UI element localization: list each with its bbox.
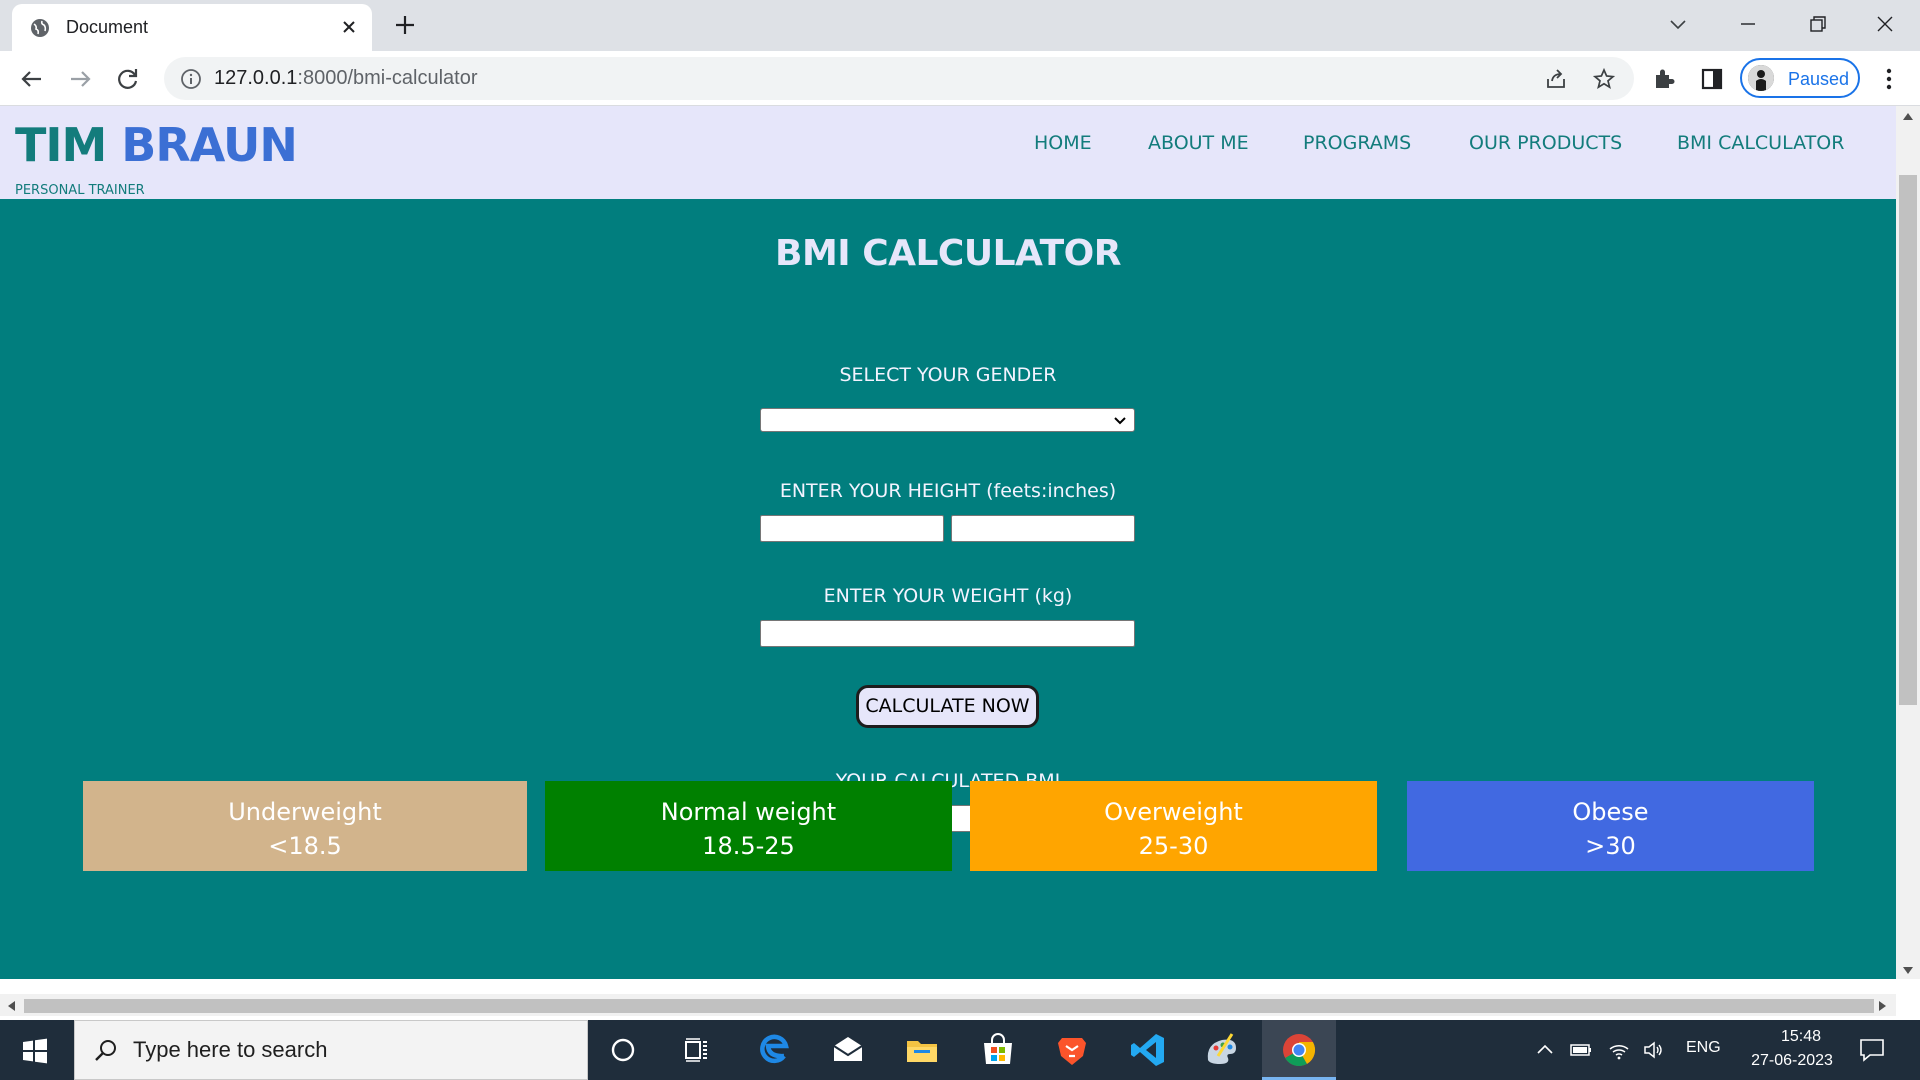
browser-toolbar: 127.0.0.1:8000/bmi-calculator Paused (0, 51, 1920, 106)
paint-icon[interactable] (1202, 1030, 1242, 1070)
horizontal-scroll-thumb[interactable] (24, 999, 1874, 1013)
browser-tab-strip: Document (0, 0, 1920, 51)
brave-icon[interactable] (1052, 1030, 1092, 1070)
clock-time[interactable]: 15:48 (1758, 1028, 1844, 1046)
vscode-icon[interactable] (1128, 1030, 1168, 1070)
battery-icon[interactable] (1570, 1039, 1592, 1061)
task-view-icon[interactable] (676, 1030, 716, 1070)
gender-select[interactable] (760, 408, 1135, 432)
cortana-icon[interactable] (603, 1030, 643, 1070)
nav-our-products[interactable]: OUR PRODUCTS (1469, 132, 1622, 154)
notification-icon[interactable] (1858, 1036, 1886, 1064)
logo-first-name: TIM (15, 118, 107, 172)
plus-icon[interactable] (392, 12, 418, 38)
side-panel-icon[interactable] (1698, 65, 1726, 93)
search-placeholder: Type here to search (133, 1037, 328, 1062)
category-obese: Obese >30 (1407, 781, 1814, 871)
window-close-icon[interactable] (1873, 12, 1897, 36)
page-title: BMI CALCULATOR (775, 233, 1121, 274)
mail-icon[interactable] (828, 1030, 868, 1070)
forward-icon[interactable] (66, 65, 94, 93)
site-tagline: PERSONAL TRAINER (15, 183, 145, 198)
category-normal-weight: Normal weight 18.5-25 (545, 781, 952, 871)
url-text[interactable]: 127.0.0.1:8000/bmi-calculator (214, 67, 478, 90)
menu-icon[interactable] (1875, 65, 1903, 93)
clock-date[interactable]: 27-06-2023 (1732, 1052, 1852, 1070)
category-name: Underweight (228, 798, 382, 826)
site-logo[interactable]: TIM BRAUN (15, 118, 298, 172)
category-name: Normal weight (660, 798, 837, 826)
calculate-now-button[interactable]: CALCULATE NOW (856, 685, 1039, 728)
url-host: 127.0.0.1 (214, 67, 298, 89)
reload-icon[interactable] (114, 65, 142, 93)
edge-icon[interactable] (754, 1030, 794, 1070)
url-path: :8000/bmi-calculator (297, 67, 478, 89)
scroll-down-icon[interactable] (1902, 966, 1914, 976)
category-underweight: Underweight <18.5 (83, 781, 527, 871)
wifi-icon[interactable] (1608, 1039, 1630, 1061)
windows-start-icon[interactable] (22, 1038, 48, 1064)
language-indicator[interactable]: ENG (1686, 1039, 1721, 1057)
height-inches-input[interactable] (951, 515, 1135, 542)
category-range: >30 (1585, 832, 1636, 860)
share-icon[interactable] (1544, 67, 1568, 91)
volume-icon[interactable] (1642, 1039, 1664, 1061)
avatar (1748, 65, 1774, 91)
scroll-right-icon[interactable] (1878, 1000, 1888, 1012)
chrome-icon[interactable] (1279, 1030, 1319, 1070)
vertical-scroll-thumb[interactable] (1899, 175, 1917, 705)
category-range: 25-30 (1138, 832, 1209, 860)
height-label: ENTER YOUR HEIGHT (feets:inches) (779, 480, 1117, 502)
chevron-down-icon (1114, 417, 1126, 425)
page-viewport: TIM BRAUN PERSONAL TRAINER HOME ABOUT ME… (0, 106, 1896, 979)
nav-home[interactable]: HOME (1034, 132, 1092, 154)
search-icon (95, 1040, 116, 1061)
address-bar[interactable]: 127.0.0.1:8000/bmi-calculator (164, 57, 1634, 100)
windows-taskbar: Type here to search ENG 15:48 27-06-2023 (0, 1020, 1920, 1080)
tab-title: Document (66, 17, 149, 37)
restore-icon[interactable] (1806, 12, 1830, 36)
category-range: 18.5-25 (702, 832, 795, 860)
taskbar-search-box[interactable]: Type here to search (74, 1020, 588, 1080)
chevron-down-icon[interactable] (1666, 12, 1690, 36)
category-name: Obese (1572, 798, 1649, 826)
close-icon[interactable] (338, 16, 360, 38)
star-icon[interactable] (1592, 67, 1616, 91)
file-explorer-icon[interactable] (902, 1030, 942, 1070)
site-header: TIM BRAUN PERSONAL TRAINER HOME ABOUT ME… (0, 106, 1896, 199)
scroll-up-icon[interactable] (1902, 111, 1914, 121)
weight-label: ENTER YOUR WEIGHT (kg) (823, 585, 1073, 607)
info-icon[interactable] (180, 68, 202, 90)
back-icon[interactable] (18, 65, 46, 93)
extensions-icon[interactable] (1650, 65, 1678, 93)
category-name: Overweight (1104, 798, 1243, 826)
store-icon[interactable] (978, 1030, 1018, 1070)
profile-button[interactable]: Paused (1740, 58, 1860, 98)
category-range: <18.5 (268, 832, 342, 860)
scroll-left-icon[interactable] (6, 1000, 16, 1012)
category-overweight: Overweight 25-30 (970, 781, 1377, 871)
height-feet-input[interactable] (760, 515, 944, 542)
minimize-icon[interactable] (1736, 12, 1760, 36)
nav-about-me[interactable]: ABOUT ME (1148, 132, 1249, 154)
nav-bmi-calculator[interactable]: BMI CALCULATOR (1677, 132, 1844, 154)
chevron-up-icon[interactable] (1534, 1039, 1556, 1061)
logo-last-name: BRAUN (121, 118, 298, 172)
profile-status: Paused (1788, 69, 1850, 89)
globe-icon (31, 19, 49, 37)
page-bottom-strip (0, 979, 1896, 994)
browser-tab[interactable]: Document (12, 4, 372, 51)
gender-label: SELECT YOUR GENDER (839, 364, 1057, 386)
weight-input[interactable] (760, 620, 1135, 647)
nav-programs[interactable]: PROGRAMS (1303, 132, 1411, 154)
